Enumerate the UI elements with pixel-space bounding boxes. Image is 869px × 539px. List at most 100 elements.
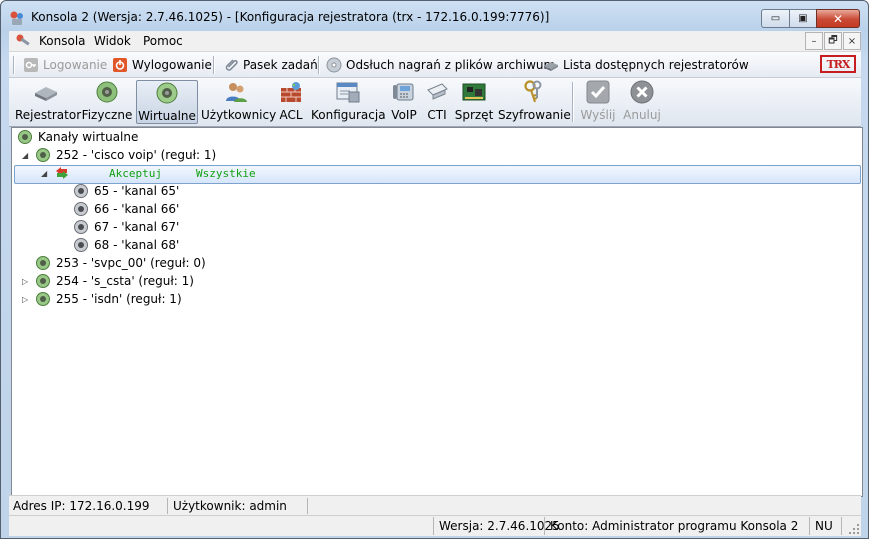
voip-label: VoIP [391,108,417,122]
recorder-icon [35,87,57,101]
odsluch-button[interactable]: Odsłuch nagrań z plików archiwum [326,56,555,74]
anuluj-button[interactable]: Anuluj [621,80,663,124]
uzytkownicy-label: Użytkownicy [201,108,277,122]
tree-item-subchannel[interactable]: 67 - 'kanal 67' [73,218,179,236]
settings-window-icon [336,82,360,103]
rule-action: Akceptuj [109,166,162,180]
voip-button[interactable]: VoIP [388,80,420,124]
menu-widok[interactable]: Widok [94,34,131,48]
szyfrowanie-label: Szyfrowanie [498,108,571,122]
wyslij-label: Wyślij [580,108,616,122]
wyslij-button[interactable]: Wyślij [579,80,617,124]
szyfrowanie-button[interactable]: Szyfrowanie [498,80,571,124]
acl-button[interactable]: ACL [275,80,307,124]
fizyczne-button[interactable]: Fizyczne [81,80,133,124]
ribbon-toolbar: Rejestrator Fizyczne Wirtualne Użytkowni… [9,78,861,127]
tree-item-subchannel[interactable]: 68 - 'kanal 68' [73,236,179,254]
power-icon [113,58,127,72]
mdi-close-button[interactable]: × [843,32,861,50]
status-divider [433,517,434,535]
lista-rejestratorow-button[interactable]: Lista dostępnych rejestratorów [543,56,749,74]
numlock-status: NU [815,519,833,533]
subchannel-label: 68 - 'kanal 68' [94,238,180,252]
speaker-icon [36,274,50,288]
expanded-arrow-icon[interactable]: ◢ [41,169,47,178]
users-icon [226,83,247,102]
tree-item-channel[interactable]: 254 - 's_csta' (reguł: 1) [35,272,194,290]
rejestrator-button[interactable]: Rejestrator [15,80,82,124]
logowanie-label: Logowanie [43,58,108,72]
menu-pomoc[interactable]: Pomoc [143,34,183,48]
logowanie-button[interactable]: Logowanie [23,56,107,74]
speaker-gray-icon [74,238,88,252]
ip-phone-icon [393,83,414,101]
checkmark-icon [586,80,610,104]
channel-255-label: 255 - 'isdn' (reguł: 1) [56,292,182,306]
tree-root[interactable]: Kanały wirtualne [17,128,138,146]
resize-grip-icon[interactable] [849,524,859,534]
arrows-exchange-icon [56,167,68,179]
speaker-icon [36,256,50,270]
firewall-icon [281,82,301,102]
minimize-button[interactable]: ▭ [761,9,790,28]
toolbar-separator [13,56,15,74]
recorder-icon [544,62,558,71]
toolbar-separator [213,56,215,74]
channel-253-label: 253 - 'svpc_00' (reguł: 0) [56,256,206,270]
sprzet-button[interactable]: Sprzęt [454,80,494,124]
tree-item-channel[interactable]: 255 - 'isdn' (reguł: 1) [35,290,182,308]
konfiguracja-button[interactable]: Konfiguracja [311,80,386,124]
wylogowanie-button[interactable]: Wylogowanie [112,56,212,74]
mdi-restore-button[interactable]: 🗗 [824,32,842,50]
wirtualne-label: Wirtualne [138,109,196,123]
tree-item-rule[interactable]: Akceptuj Wszystkie [54,164,256,182]
cancel-icon [630,80,654,104]
fizyczne-label: Fizyczne [81,108,133,122]
speaker-icon [36,292,50,306]
expanded-arrow-icon[interactable]: ◢ [22,151,28,160]
speaker-gray-icon [74,220,88,234]
title-bar[interactable]: Konsola 2 (Wersja: 2.7.46.1025) - [Konfi… [1,1,868,31]
anuluj-label: Anuluj [623,108,661,122]
speaker-icon [18,130,32,144]
user-status: Użytkownik: admin [173,499,287,513]
uzytkownicy-button[interactable]: Użytkownicy [201,80,277,124]
connection-status-bar: Adres IP: 172.16.0.199 Użytkownik: admin [9,495,861,516]
cti-label: CTI [427,108,447,122]
rejestrator-label: Rejestrator [15,108,82,122]
sprzet-label: Sprzęt [454,108,494,122]
tree-item-channel[interactable]: 252 - 'cisco voip' (reguł: 1) [35,146,216,164]
paperclip-icon [225,59,238,71]
version-status: Wersja: 2.7.46.1025 [439,519,560,533]
account-status: Konto: Administrator programu Konsola 2 [550,519,799,533]
speaker-icon [156,82,178,104]
close-button[interactable]: ✕ [816,9,860,28]
konfiguracja-label: Konfiguracja [311,108,386,122]
virtual-channels-tree[interactable]: Kanały wirtualne ◢ 252 - 'cisco voip' (r… [11,127,863,497]
lista-rejestratorow-label: Lista dostępnych rejestratorów [563,58,749,72]
menu-konsola[interactable]: Konsola [39,34,86,48]
tree-item-channel[interactable]: 253 - 'svpc_00' (reguł: 0) [35,254,206,272]
pasek-zadan-label: Pasek zadań [243,58,318,72]
cti-phone-icon [427,83,448,100]
speaker-icon [96,81,118,103]
maximize-button[interactable]: ▣ [789,9,817,28]
rule-scope: Wszystkie [195,166,256,180]
tree-item-subchannel[interactable]: 65 - 'kanal 65' [73,182,179,200]
tree-root-label: Kanały wirtualne [38,130,139,144]
cti-button[interactable]: CTI [424,80,450,124]
wirtualne-button[interactable]: Wirtualne [136,80,198,124]
subchannel-label: 65 - 'kanal 65' [94,184,180,198]
subchannel-label: 67 - 'kanal 67' [94,220,180,234]
tree-item-subchannel[interactable]: 66 - 'kanal 66' [73,200,179,218]
subchannel-label: 66 - 'kanal 66' [94,202,180,216]
pasek-zadan-button[interactable]: Pasek zadań [223,56,318,74]
circuit-board-icon [462,83,486,101]
collapsed-arrow-icon[interactable]: ▷ [22,277,28,286]
status-divider [167,498,168,514]
speaker-gray-icon [74,184,88,198]
mdi-minimize-button[interactable]: – [805,32,823,50]
app-icon [10,11,23,25]
status-divider [544,517,545,535]
collapsed-arrow-icon[interactable]: ▷ [22,295,28,304]
